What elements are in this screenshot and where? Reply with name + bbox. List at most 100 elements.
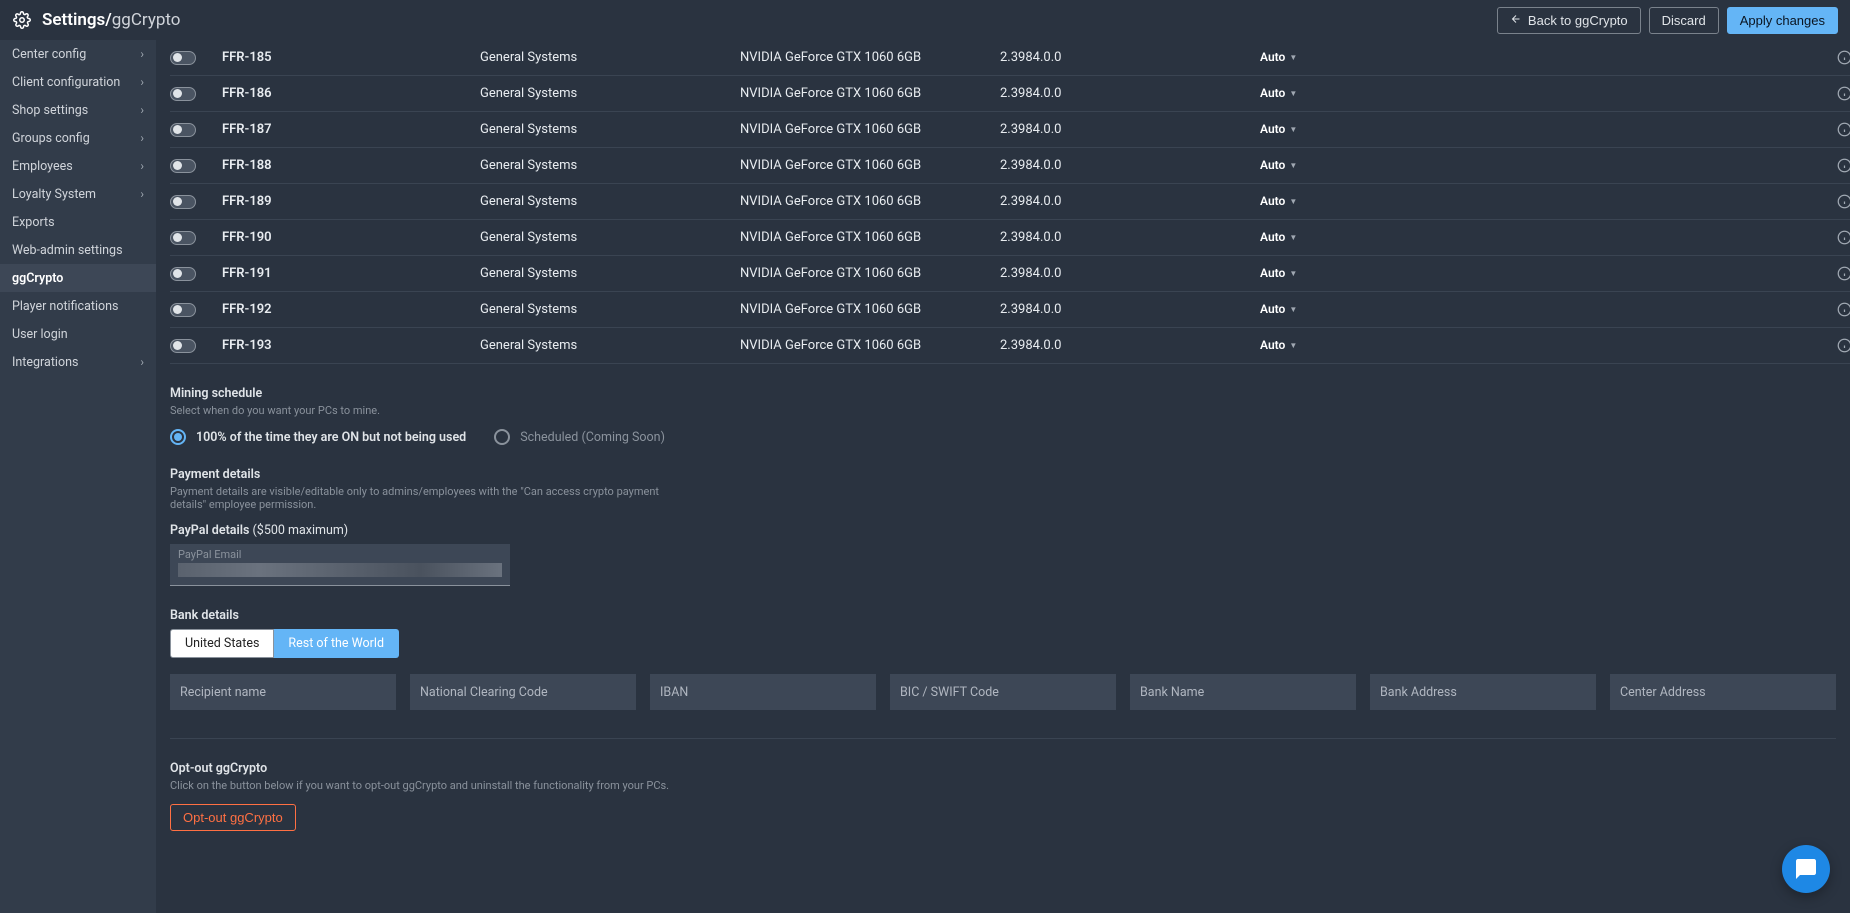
pc-gpu: NVIDIA GeForce GTX 1060 6GB [740,122,1000,137]
tab-rest-of-world[interactable]: Rest of the World [274,629,399,658]
auto-dropdown[interactable]: Auto▼ [1260,86,1297,100]
radio-icon [494,429,510,445]
auto-dropdown[interactable]: Auto▼ [1260,266,1297,280]
bank-field-iban[interactable]: IBAN [650,674,876,710]
sidebar-item-ggcrypto[interactable]: ggCrypto [0,264,156,292]
back-button[interactable]: Back to ggCrypto [1497,7,1641,34]
mining-option-always[interactable]: 100% of the time they are ON but not bei… [170,429,466,445]
opt-out-title: Opt-out ggCrypto [170,761,1836,776]
row-toggle[interactable] [170,231,196,245]
auto-dropdown[interactable]: Auto▼ [1260,158,1297,172]
discard-button[interactable]: Discard [1649,7,1719,34]
bank-field-bank-name[interactable]: Bank Name [1130,674,1356,710]
sidebar-item-label: Loyalty System [12,187,96,202]
sidebar-item-employees[interactable]: Employees › [0,152,156,180]
pc-gpu: NVIDIA GeForce GTX 1060 6GB [740,50,1000,65]
row-toggle[interactable] [170,159,196,173]
info-icon[interactable] [1824,122,1850,137]
sidebar-item-exports[interactable]: Exports [0,208,156,236]
sidebar-item-loyalty-system[interactable]: Loyalty System› [0,180,156,208]
chat-icon [1794,857,1818,881]
pc-name: FFR-191 [222,266,480,281]
chat-widget-button[interactable] [1782,845,1830,893]
payment-details-desc: Payment details are visible/editable onl… [170,485,690,511]
chevron-right-icon: › [140,47,144,61]
main-content: FFR-185General SystemsNVIDIA GeForce GTX… [156,40,1850,913]
mining-option-always-label: 100% of the time they are ON but not bei… [196,430,466,445]
sidebar-item-integrations[interactable]: Integrations› [0,348,156,376]
info-icon[interactable] [1824,194,1850,209]
sidebar-item-user-login[interactable]: User login [0,320,156,348]
table-row: FFR-192General SystemsNVIDIA GeForce GTX… [170,292,1850,328]
info-icon[interactable] [1824,86,1850,101]
auto-dropdown-label: Auto [1260,122,1285,136]
opt-out-button[interactable]: Opt-out ggCrypto [170,804,296,831]
sidebar-item-center-config[interactable]: Center config› [0,40,156,68]
sidebar: Center config›Client configuration›Shop … [0,40,156,913]
info-icon[interactable] [1824,266,1850,281]
row-toggle[interactable] [170,87,196,101]
pc-name: FFR-186 [222,86,480,101]
sidebar-item-web-admin-settings[interactable]: Web-admin settings [0,236,156,264]
sidebar-item-label: Integrations [12,355,78,370]
paypal-email-value-redacted [178,563,502,577]
pc-gpu: NVIDIA GeForce GTX 1060 6GB [740,338,1000,353]
sidebar-item-groups-config[interactable]: Groups config› [0,124,156,152]
bank-field-bic-swift-code[interactable]: BIC / SWIFT Code [890,674,1116,710]
info-icon[interactable] [1824,230,1850,245]
pc-name: FFR-193 [222,338,480,353]
sidebar-item-label: ggCrypto [12,271,63,286]
pc-version: 2.3984.0.0 [1000,338,1260,353]
table-row: FFR-193General SystemsNVIDIA GeForce GTX… [170,328,1850,364]
sidebar-item-label: Shop settings [12,103,88,118]
pc-system: General Systems [480,50,740,65]
chevron-right-icon: › [140,159,144,173]
info-icon[interactable] [1824,158,1850,173]
row-toggle[interactable] [170,195,196,209]
row-toggle[interactable] [170,267,196,281]
bank-field-center-address[interactable]: Center Address [1610,674,1836,710]
pc-version: 2.3984.0.0 [1000,302,1260,317]
pc-version: 2.3984.0.0 [1000,86,1260,101]
sidebar-item-shop-settings[interactable]: Shop settings› [0,96,156,124]
pc-name: FFR-189 [222,194,480,209]
auto-dropdown[interactable]: Auto▼ [1260,50,1297,64]
auto-dropdown[interactable]: Auto ▼ [1260,122,1297,136]
table-row: FFR-186General SystemsNVIDIA GeForce GTX… [170,76,1850,112]
apply-changes-button[interactable]: Apply changes [1727,7,1838,34]
pc-gpu: NVIDIA GeForce GTX 1060 6GB [740,302,1000,317]
sidebar-item-player-notifications[interactable]: Player notifications [0,292,156,320]
auto-dropdown[interactable]: Auto▼ [1260,302,1297,316]
paypal-email-field[interactable]: PayPal Email [170,544,510,585]
chevron-right-icon: › [140,131,144,145]
bank-field-recipient-name[interactable]: Recipient name [170,674,396,710]
auto-dropdown[interactable]: Auto▼ [1260,230,1297,244]
info-icon[interactable] [1824,302,1850,317]
bank-field-bank-address[interactable]: Bank Address [1370,674,1596,710]
table-row: FFR-188General SystemsNVIDIA GeForce GTX… [170,148,1850,184]
pc-version: 2.3984.0.0 [1000,266,1260,281]
auto-dropdown[interactable]: Auto▼ [1260,338,1297,352]
row-toggle[interactable] [170,303,196,317]
sidebar-item-client-configuration[interactable]: Client configuration› [0,68,156,96]
pc-version: 2.3984.0.0 [1000,194,1260,209]
row-toggle[interactable] [170,123,196,137]
sidebar-item-label: Employees [12,159,73,174]
row-toggle[interactable] [170,51,196,65]
pc-name: FFR-188 [222,158,480,173]
pc-name: FFR-192 [222,302,480,317]
table-row: FFR-185General SystemsNVIDIA GeForce GTX… [170,40,1850,76]
row-toggle[interactable] [170,339,196,353]
info-icon[interactable] [1824,50,1850,65]
info-icon[interactable] [1824,338,1850,353]
bank-field-national-clearing-code[interactable]: National Clearing Code [410,674,636,710]
caret-down-icon: ▼ [1289,197,1297,206]
auto-dropdown[interactable]: Auto ▼ [1260,194,1297,208]
auto-dropdown-label: Auto [1260,194,1285,208]
caret-down-icon: ▼ [1289,125,1297,134]
auto-dropdown-label: Auto [1260,230,1285,244]
mining-schedule-title: Mining schedule [170,386,1836,401]
breadcrumb: Settings/ggCrypto [42,10,181,30]
tab-united-states[interactable]: United States [170,629,274,658]
sidebar-item-label: Client configuration [12,75,120,90]
